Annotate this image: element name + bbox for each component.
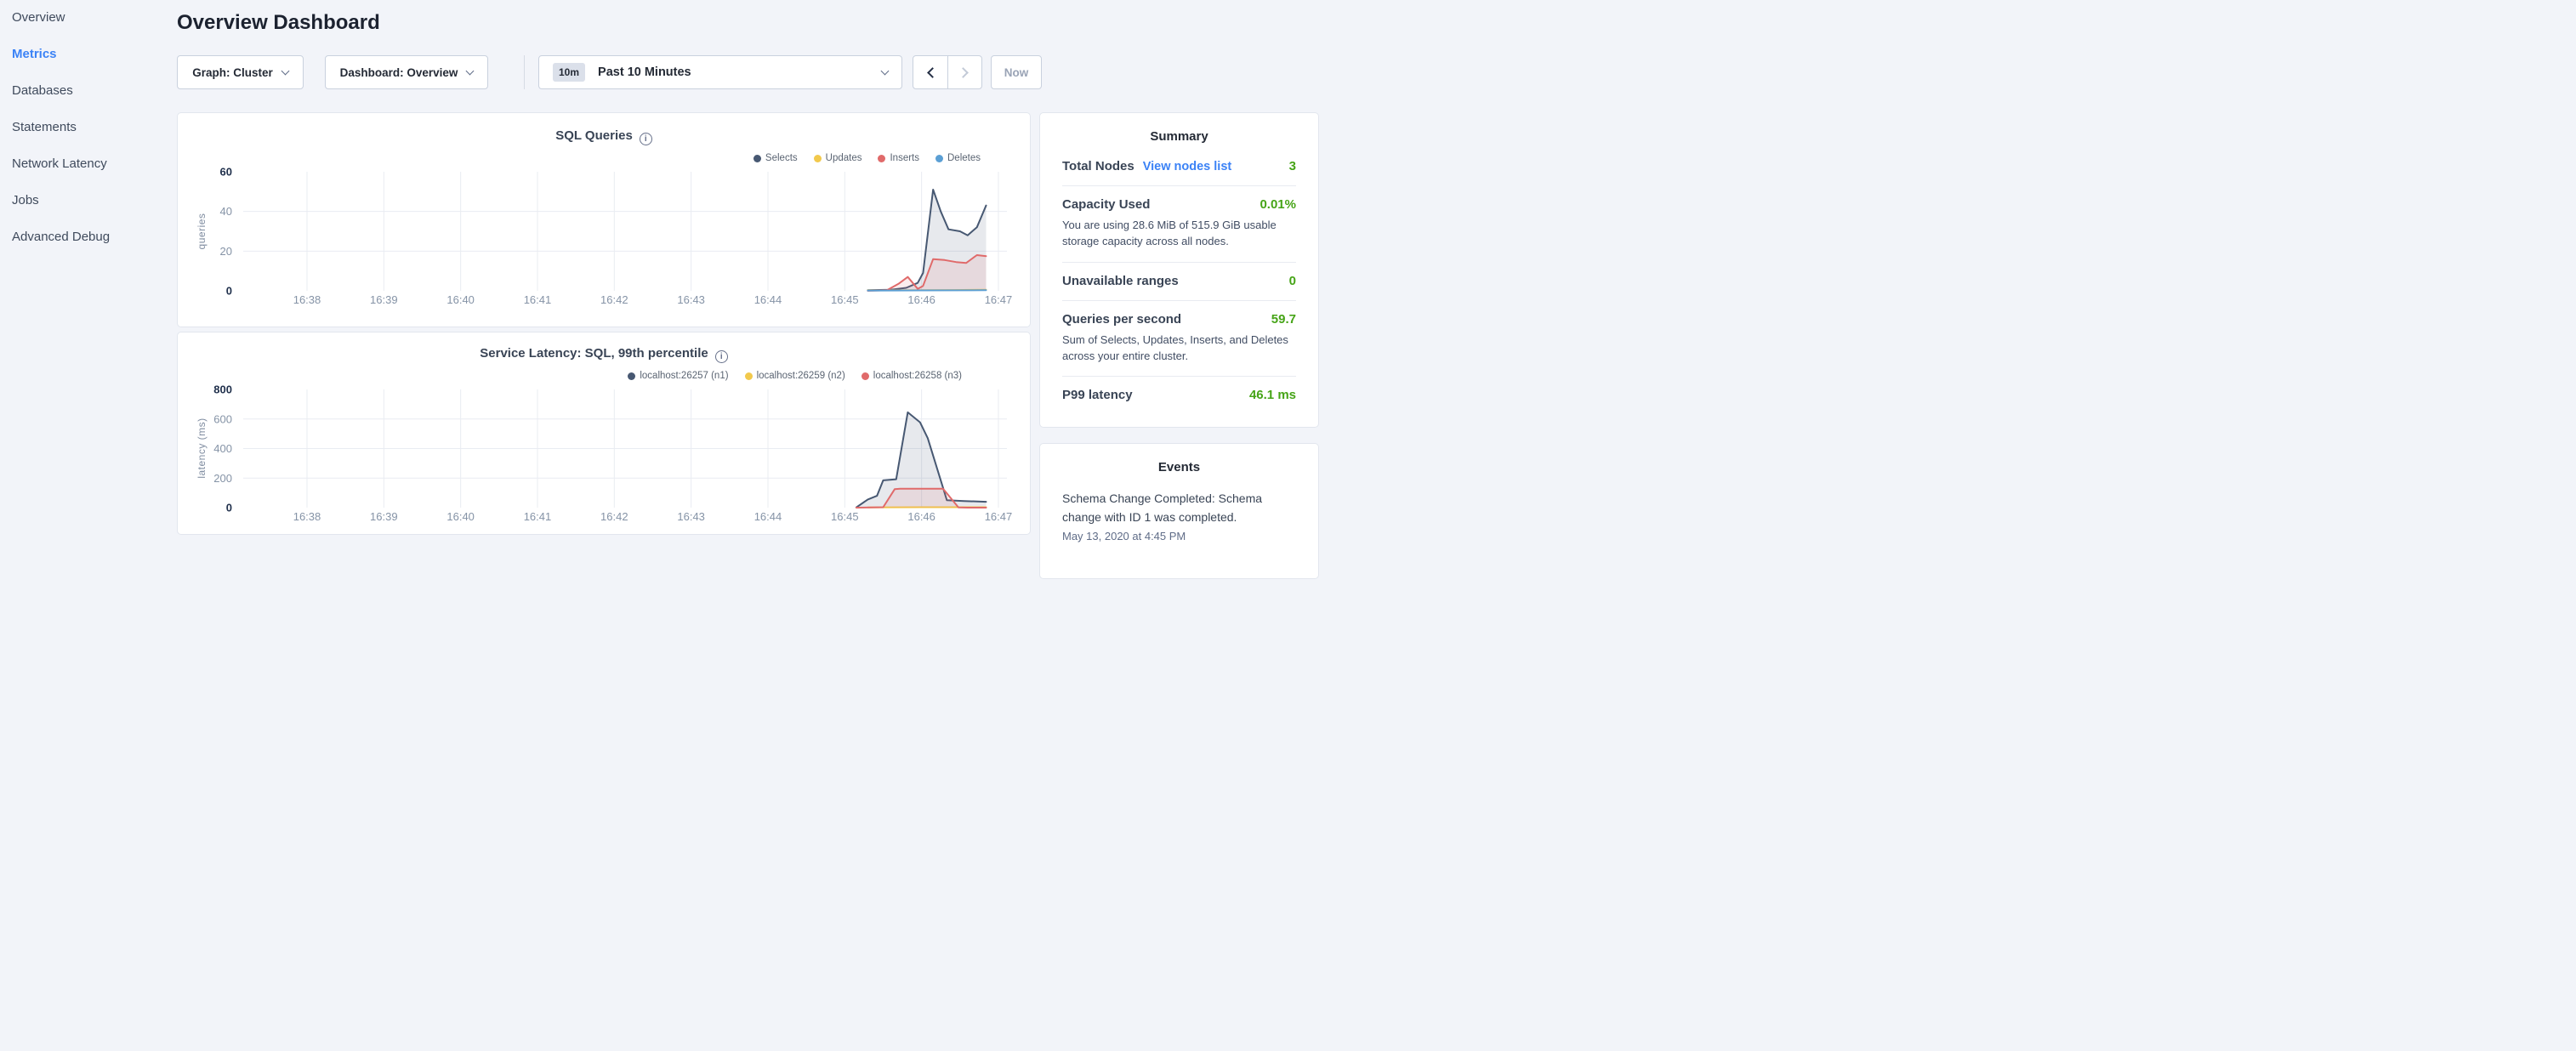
dashboard-dropdown[interactable]: Dashboard: Overview — [325, 55, 488, 89]
events-panel: Events Schema Change Completed: Schema c… — [1039, 443, 1319, 579]
summary-value: 0 — [1289, 274, 1296, 288]
service-latency-chart-card: Service Latency: SQL, 99th percentilei l… — [177, 332, 1031, 535]
view-nodes-list-link[interactable]: View nodes list — [1143, 160, 1232, 173]
x-tick-label: 16:38 — [293, 510, 321, 523]
sql-queries-chart-card: SQL Queriesi SelectsUpdatesInsertsDelete… — [177, 112, 1031, 327]
dashboard-label: Dashboard: Overview — [340, 66, 458, 79]
y-tick-label: 0 — [226, 502, 232, 514]
y-tick-label: 20 — [220, 245, 232, 258]
x-tick-label: 16:43 — [677, 293, 705, 306]
summary-label: P99 latency — [1062, 388, 1133, 402]
x-tick-label: 16:44 — [754, 510, 782, 523]
sidebar-item-jobs[interactable]: Jobs — [12, 193, 170, 207]
graph-scope-label: Graph: Cluster — [192, 66, 273, 79]
x-tick-label: 16:39 — [370, 510, 398, 523]
x-tick-label: 16:42 — [600, 510, 628, 523]
x-tick-label: 16:41 — [524, 510, 552, 523]
summary-description: You are using 28.6 MiB of 515.9 GiB usab… — [1062, 218, 1296, 250]
chevron-down-icon — [466, 66, 475, 75]
time-range-badge: 10m — [553, 63, 585, 82]
x-tick-label: 16:45 — [831, 293, 859, 306]
toolbar: Graph: Cluster Dashboard: Overview 10m P… — [177, 55, 1042, 89]
y-tick-label: 600 — [213, 412, 232, 425]
summary-label: Capacity Used — [1062, 197, 1150, 212]
time-step-forward-button[interactable] — [947, 56, 981, 88]
event-item-timestamp: May 13, 2020 at 4:45 PM — [1062, 530, 1296, 543]
sidebar-item-overview[interactable]: Overview — [12, 10, 170, 25]
summary-row-queries-per-second: Queries per second 59.7 Sum of Selects, … — [1062, 301, 1296, 378]
summary-value: 0.01% — [1260, 197, 1296, 212]
now-button[interactable]: Now — [991, 55, 1042, 89]
summary-value: 46.1 ms — [1249, 388, 1296, 402]
chevron-down-icon — [881, 66, 890, 75]
sidebar-item-statements[interactable]: Statements — [12, 120, 170, 134]
summary-title: Summary — [1062, 113, 1296, 148]
x-tick-label: 16:46 — [907, 293, 935, 306]
x-tick-label: 16:47 — [985, 510, 1013, 523]
x-tick-label: 16:41 — [524, 293, 552, 306]
x-tick-label: 16:40 — [446, 293, 475, 306]
sql-queries-chart: 16:38 16:39 16:40 16:41 16:42 16:43 16:44 16:45… — [178, 113, 1032, 328]
y-tick-label: 40 — [220, 205, 232, 218]
graph-scope-dropdown[interactable]: Graph: Cluster — [177, 55, 304, 89]
toolbar-divider — [524, 55, 525, 89]
y-tick-label: 0 — [226, 285, 232, 298]
x-tick-label: 16:43 — [677, 510, 705, 523]
time-step-buttons — [913, 55, 982, 89]
summary-label: Total Nodes — [1062, 159, 1134, 173]
x-tick-label: 16:39 — [370, 293, 398, 306]
summary-label: Queries per second — [1062, 312, 1181, 327]
summary-description: Sum of Selects, Updates, Inserts, and De… — [1062, 332, 1296, 365]
chevron-down-icon — [281, 66, 289, 75]
sidebar: Overview Metrics Databases Statements Ne… — [0, 0, 170, 544]
sidebar-item-metrics[interactable]: Metrics — [12, 47, 170, 61]
y-tick-label: 400 — [213, 442, 232, 455]
x-tick-label: 16:40 — [446, 510, 475, 523]
chevron-left-icon — [927, 67, 938, 78]
y-tick-label: 800 — [213, 383, 232, 396]
x-tick-label: 16:38 — [293, 293, 321, 306]
time-range-picker[interactable]: 10m Past 10 Minutes — [538, 55, 902, 89]
x-tick-label: 16:45 — [831, 510, 859, 523]
x-tick-label: 16:46 — [907, 510, 935, 523]
chevron-right-icon — [958, 67, 969, 78]
summary-row-capacity-used: Capacity Used 0.01% You are using 28.6 M… — [1062, 186, 1296, 263]
x-tick-label: 16:44 — [754, 293, 782, 306]
summary-panel: Summary Total Nodes View nodes list 3 Ca… — [1039, 112, 1319, 428]
events-title: Events — [1062, 444, 1296, 479]
time-step-back-button[interactable] — [913, 56, 947, 88]
summary-row-total-nodes: Total Nodes View nodes list 3 — [1062, 148, 1296, 186]
y-tick-label: 60 — [220, 166, 232, 179]
x-tick-label: 16:42 — [600, 293, 628, 306]
series-line — [867, 290, 986, 291]
sidebar-item-advanced-debug[interactable]: Advanced Debug — [12, 230, 170, 244]
service-latency-chart: 16:38 16:39 16:40 16:41 16:42 16:43 16:44 16:45… — [178, 332, 1032, 536]
x-tick-label: 16:47 — [985, 293, 1013, 306]
overview-dashboard-page: { "sidebar": { "items": [ { "label": "Ov… — [0, 0, 1333, 544]
summary-label: Unavailable ranges — [1062, 274, 1179, 288]
summary-row-unavailable-ranges: Unavailable ranges 0 — [1062, 263, 1296, 301]
page-title: Overview Dashboard — [177, 11, 380, 35]
summary-row-p99-latency: P99 latency 46.1 ms — [1062, 377, 1296, 414]
sidebar-item-network-latency[interactable]: Network Latency — [12, 156, 170, 171]
y-tick-label: 200 — [213, 472, 232, 485]
time-range-label: Past 10 Minutes — [598, 65, 691, 79]
sidebar-item-databases[interactable]: Databases — [12, 83, 170, 98]
event-item-text: Schema Change Completed: Schema change w… — [1062, 490, 1296, 526]
summary-value: 59.7 — [1271, 312, 1296, 327]
summary-value: 3 — [1289, 159, 1296, 173]
